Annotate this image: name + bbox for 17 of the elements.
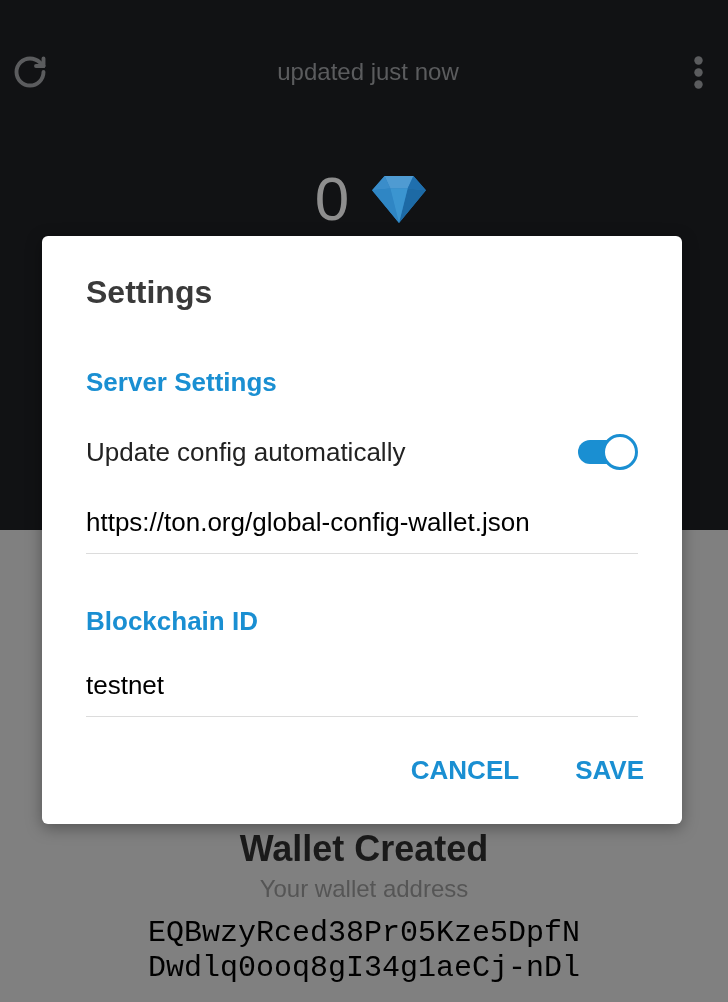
toggle-label: Update config automatically — [86, 435, 406, 469]
dialog-action-button[interactable]: SAVE — [569, 750, 650, 790]
wallet-address-line: EQBwzyRced38Pr05Kze5DpfN — [147, 916, 581, 951]
section-heading: Server Settings — [86, 366, 278, 399]
toggle-switch[interactable] — [576, 434, 638, 470]
section-heading: Blockchain ID — [86, 605, 259, 638]
diamond-icon — [371, 174, 428, 224]
update-status: updated just now — [277, 57, 459, 87]
text-field[interactable]: testnet — [86, 657, 638, 717]
text-field[interactable]: https://ton.org/global-config-wallet.json — [86, 494, 638, 554]
balance-amount: 0 — [314, 172, 350, 226]
dialog-action-button[interactable]: CANCEL — [404, 750, 526, 790]
refresh-icon — [12, 54, 48, 90]
wallet-created-title: Wallet Created — [239, 828, 489, 870]
dialog-title: Settings — [86, 273, 214, 312]
wallet-address-line: Dwdlq0ooq8gI34g1aeCj-nDl — [147, 951, 581, 986]
menu-icon — [693, 55, 703, 89]
